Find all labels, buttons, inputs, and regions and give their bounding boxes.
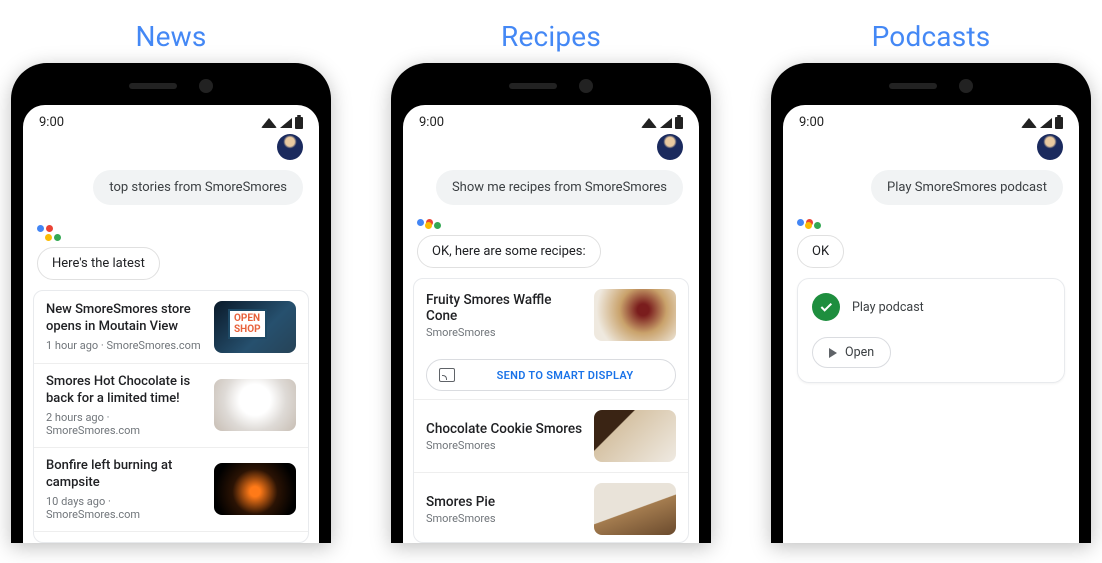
phone-notch	[889, 79, 973, 93]
open-label: Open	[845, 345, 874, 360]
recipe-thumbnail	[594, 289, 676, 341]
podcast-card: Play podcast Open	[797, 278, 1065, 383]
recipe-item[interactable]: Smores Pie SmoreSmores	[414, 472, 688, 543]
phone-frame: 9:00 top stories from SmoreSmores Here's…	[11, 63, 331, 543]
recipe-thumbnail	[594, 483, 676, 535]
phone-screen: 9:00 top stories from SmoreSmores Here's…	[23, 105, 319, 543]
column-podcasts: Podcasts 9:00 Play SmoreSmores podcast	[771, 20, 1091, 543]
signal-icon	[280, 118, 292, 128]
news-thumbnail	[214, 463, 296, 515]
checkmark-icon	[812, 293, 840, 321]
news-thumbnail	[214, 301, 296, 353]
column-title: News	[135, 20, 206, 53]
recipe-thumbnail	[594, 410, 676, 462]
user-query-bubble: Show me recipes from SmoreSmores	[436, 170, 683, 205]
news-thumbnail	[214, 379, 296, 431]
recipe-item[interactable]: Fruity Smores Waffle Cone SmoreSmores	[414, 279, 688, 351]
column-news: News 9:00 top stories from SmoreSmores	[11, 20, 331, 543]
news-title: Smores Hot Chocolate is back for a limit…	[46, 374, 204, 408]
recipe-source: SmoreSmores	[426, 439, 584, 452]
phone-notch	[129, 79, 213, 93]
avatar[interactable]	[1037, 134, 1063, 160]
open-button[interactable]: Open	[812, 337, 891, 368]
news-meta: 10 days ago · SmoreSmores.com	[46, 495, 204, 521]
news-item[interactable]: SmoreSmores has a new logo! 15 days ago …	[34, 531, 308, 543]
wifi-icon	[1021, 118, 1037, 128]
news-item[interactable]: Smores Hot Chocolate is back for a limit…	[34, 363, 308, 447]
battery-icon	[675, 117, 683, 129]
send-label: SEND TO SMART DISPLAY	[467, 369, 663, 382]
send-to-display-button[interactable]: SEND TO SMART DISPLAY	[426, 359, 676, 391]
assistant-reply-bubble: OK	[797, 235, 844, 268]
status-bar: 9:00	[23, 105, 319, 134]
status-bar: 9:00	[403, 105, 699, 134]
avatar[interactable]	[657, 134, 683, 160]
status-time: 9:00	[419, 115, 444, 130]
phone-frame: 9:00 Show me recipes from SmoreSmores OK…	[391, 63, 711, 543]
recipe-title: Chocolate Cookie Smores	[426, 421, 584, 437]
recipe-title: Fruity Smores Waffle Cone	[426, 292, 584, 324]
news-list: New SmoreSmores store opens in Moutain V…	[33, 290, 309, 543]
news-item[interactable]: Bonfire left burning at campsite 10 days…	[34, 447, 308, 531]
avatar[interactable]	[277, 134, 303, 160]
news-title: Bonfire left burning at campsite	[46, 458, 204, 492]
column-title: Podcasts	[872, 20, 991, 53]
wifi-icon	[641, 118, 657, 128]
signal-icon	[660, 118, 672, 128]
assistant-reply-bubble: OK, here are some recipes:	[417, 235, 601, 268]
news-meta: 1 hour ago · SmoreSmores.com	[46, 339, 204, 352]
news-title: New SmoreSmores store opens in Moutain V…	[46, 302, 204, 336]
status-time: 9:00	[39, 115, 64, 130]
user-query-bubble: top stories from SmoreSmores	[93, 170, 303, 205]
column-recipes: Recipes 9:00 Show me recipes from SmoreS…	[391, 20, 711, 543]
battery-icon	[1055, 117, 1063, 129]
recipe-list: Fruity Smores Waffle Cone SmoreSmores SE…	[413, 278, 689, 543]
status-time: 9:00	[799, 115, 824, 130]
recipe-title: Smores Pie	[426, 494, 584, 510]
play-icon	[829, 348, 837, 358]
phone-frame: 9:00 Play SmoreSmores podcast OK	[771, 63, 1091, 543]
phone-screen: 9:00 Show me recipes from SmoreSmores OK…	[403, 105, 699, 543]
assistant-reply-bubble: Here's the latest	[37, 247, 160, 280]
status-bar: 9:00	[783, 105, 1079, 134]
podcast-status-label: Play podcast	[852, 300, 924, 315]
battery-icon	[295, 117, 303, 129]
recipe-source: SmoreSmores	[426, 326, 584, 339]
user-query-bubble: Play SmoreSmores podcast	[871, 170, 1063, 205]
phone-notch	[509, 79, 593, 93]
news-meta: 2 hours ago · SmoreSmores.com	[46, 411, 204, 437]
news-item[interactable]: New SmoreSmores store opens in Moutain V…	[34, 291, 308, 363]
wifi-icon	[261, 118, 277, 128]
recipe-source: SmoreSmores	[426, 512, 584, 525]
cast-icon	[439, 368, 455, 382]
news-thumbnail	[228, 542, 284, 543]
phone-screen: 9:00 Play SmoreSmores podcast OK	[783, 105, 1079, 543]
column-title: Recipes	[501, 20, 601, 53]
signal-icon	[1040, 118, 1052, 128]
recipe-item[interactable]: Chocolate Cookie Smores SmoreSmores	[414, 399, 688, 472]
